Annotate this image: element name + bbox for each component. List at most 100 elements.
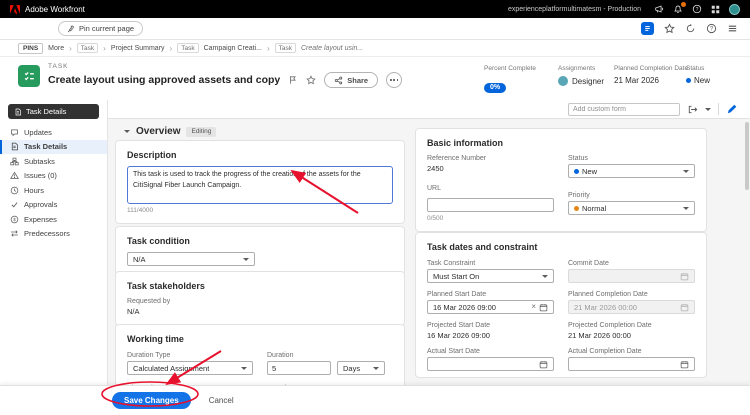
calendar-icon[interactable] — [680, 360, 689, 369]
favorite-star-icon[interactable] — [664, 23, 675, 34]
duration-unit-select[interactable]: Days — [337, 361, 385, 375]
share-button[interactable]: Share — [324, 72, 378, 88]
status-dot — [574, 169, 579, 174]
breadcrumb-separator — [69, 44, 72, 53]
notifications-icon[interactable] — [673, 4, 683, 14]
sidebar-item-approvals[interactable]: Approvals — [0, 198, 107, 213]
more-actions-button[interactable] — [386, 72, 402, 88]
svg-text:$: $ — [13, 217, 16, 222]
url-input[interactable] — [427, 198, 554, 212]
breadcrumb-campaign[interactable]: Campaign Creati... — [204, 45, 262, 52]
calendar-icon[interactable] — [539, 303, 548, 312]
projected-completion-label: Projected Completion Date — [568, 322, 695, 329]
basic-information-title: Basic information — [427, 138, 695, 148]
projected-completion-value: 21 Mar 2026 00:00 — [568, 331, 695, 340]
actual-start-label: Actual Start Date — [427, 348, 554, 355]
environment-label: experienceplatformultimatesm - Productio… — [508, 6, 641, 13]
breadcrumb-more[interactable]: More — [48, 45, 64, 52]
editing-badge: Editing — [186, 127, 216, 137]
task-stakeholders-title: Task stakeholders — [127, 281, 393, 291]
planned-start-date-input[interactable]: 16 Mar 2026 09:00 — [427, 300, 554, 314]
description-textarea[interactable]: This task is used to track the progress … — [127, 166, 393, 204]
app-title: Adobe Workfront — [25, 5, 85, 14]
calendar-icon — [680, 272, 689, 281]
chevron-down-icon — [373, 367, 379, 370]
sidebar-item-predecessors[interactable]: Predecessors — [0, 227, 107, 242]
recents-history-icon[interactable] — [685, 23, 696, 34]
apps-grid-icon[interactable] — [711, 5, 720, 14]
actual-completion-label: Actual Completion Date — [568, 348, 695, 355]
sidebar-item-issues[interactable]: Issues (0) — [0, 169, 107, 184]
arrows-icon — [10, 229, 19, 238]
duration-input[interactable] — [267, 361, 331, 375]
percent-complete-summary: Percent Complete 0% — [484, 65, 536, 94]
flag-icon[interactable] — [288, 75, 298, 85]
add-custom-form-input[interactable] — [568, 103, 680, 116]
duration-type-select[interactable]: Calculated Assignment — [127, 361, 253, 375]
status-select[interactable]: New — [568, 164, 695, 178]
checkmark-icon — [10, 200, 19, 209]
pin-current-page-button[interactable]: Pin current page — [58, 21, 143, 36]
svg-text:?: ? — [696, 7, 699, 13]
summary-panel-icon[interactable] — [641, 22, 654, 35]
overview-heading: Overview — [136, 126, 180, 137]
edit-pencil-icon[interactable] — [726, 103, 738, 115]
sidebar-item-hours[interactable]: Hours — [0, 183, 107, 198]
export-icon[interactable] — [687, 104, 698, 115]
chevron-down-icon — [542, 275, 548, 278]
status-field-label: Status — [568, 155, 695, 162]
secondary-toolbar: Pin current page ? — [0, 18, 750, 40]
actual-completion-date-input[interactable] — [568, 357, 695, 371]
menu-icon[interactable] — [727, 23, 738, 34]
planned-completion-date-input: 21 Mar 2026 00:00 — [568, 300, 695, 314]
favorite-task-star-icon[interactable] — [306, 75, 316, 85]
sidebar-item-updates[interactable]: Updates — [0, 125, 107, 140]
task-object-icon — [18, 65, 40, 87]
calendar-icon[interactable] — [539, 360, 548, 369]
sidebar-item-task-details[interactable]: Task Details — [0, 140, 107, 155]
save-changes-button[interactable]: Save Changes — [112, 392, 191, 409]
help-circle-icon[interactable]: ? — [706, 23, 717, 34]
requested-by-label: Requested by — [127, 298, 393, 305]
description-char-counter: 111/4000 — [127, 207, 393, 214]
url-label: URL — [427, 185, 554, 192]
task-constraint-select[interactable]: Must Start On — [427, 269, 554, 283]
share-icon — [334, 76, 343, 85]
breadcrumb-current-page: Create layout usin... — [301, 45, 363, 52]
assignee-name[interactable]: Designer — [572, 77, 604, 86]
chevron-down-icon[interactable] — [705, 108, 711, 111]
left-nav-panel: Task Details Updates Task Details Subtas… — [0, 100, 108, 385]
vertical-scrollbar[interactable] — [745, 122, 749, 190]
chevron-down-icon — [243, 258, 249, 261]
task-condition-select[interactable]: N/A — [127, 252, 255, 266]
sidebar-item-expenses[interactable]: $ Expenses — [0, 212, 107, 227]
main-content: Overview Editing Description This task i… — [108, 118, 750, 415]
actual-start-date-input[interactable] — [427, 357, 554, 371]
percent-complete-pill[interactable]: 0% — [484, 83, 506, 93]
announcements-icon[interactable] — [654, 4, 664, 14]
status-value[interactable]: New — [694, 76, 710, 85]
nav-tooltip: Task Details — [8, 104, 99, 119]
overview-section-header[interactable]: Overview Editing — [124, 126, 216, 137]
status-dot — [686, 78, 691, 83]
url-char-counter: 0/500 — [427, 215, 554, 222]
task-condition-title: Task condition — [127, 236, 393, 246]
project-code-chip[interactable]: PINS — [18, 43, 43, 54]
clear-date-icon[interactable] — [531, 303, 536, 311]
commit-date-input — [568, 269, 695, 283]
hierarchy-icon — [10, 157, 19, 166]
breadcrumb: PINS More Task Project Summary Task Camp… — [0, 40, 750, 57]
custom-form-row — [108, 100, 750, 119]
requested-by-value: N/A — [127, 307, 393, 316]
sidebar-item-subtasks[interactable]: Subtasks — [0, 154, 107, 169]
chat-icon — [10, 128, 19, 137]
user-avatar[interactable] — [729, 4, 740, 15]
cancel-button[interactable]: Cancel — [209, 396, 234, 405]
help-icon[interactable]: ? — [692, 4, 702, 14]
priority-select[interactable]: Normal — [568, 201, 695, 215]
breadcrumb-project-summary[interactable]: Project Summary — [111, 45, 165, 52]
save-bar: Save Changes Cancel — [0, 385, 750, 415]
collapse-chevron-icon — [124, 130, 130, 133]
assignee-avatar[interactable] — [558, 76, 568, 86]
priority-label: Priority — [568, 192, 695, 199]
